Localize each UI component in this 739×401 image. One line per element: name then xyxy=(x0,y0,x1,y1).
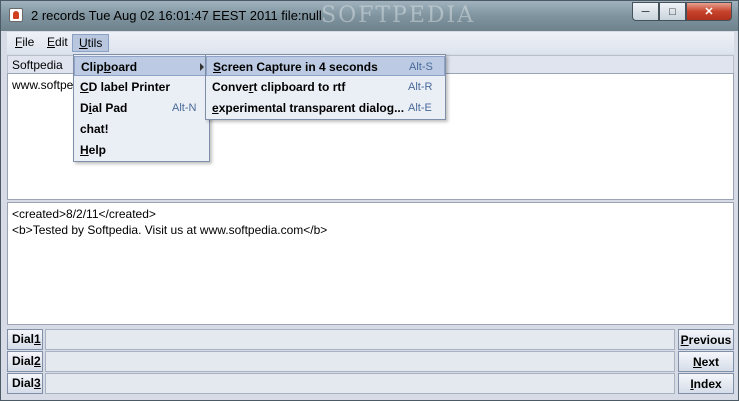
next-button[interactable]: Next xyxy=(678,351,734,372)
dial-pad-accelerator: Alt-N xyxy=(172,102,197,114)
dial2-label: Dial xyxy=(12,354,35,368)
menu-utils-label: tils xyxy=(87,36,103,50)
window-controls: ─ □ ✕ xyxy=(632,2,732,21)
utils-menu-popup: Clipboard CD label Printer Dial Pad Alt-… xyxy=(73,54,210,162)
menu-utils[interactable]: Utils xyxy=(72,34,110,52)
window-title: 2 records Tue Aug 02 16:01:47 EEST 2011 … xyxy=(31,8,322,23)
menu-edit[interactable]: Edit xyxy=(41,34,74,52)
dial2-field[interactable] xyxy=(45,351,675,372)
app-window: SOFTPEDIA 2 records Tue Aug 02 16:01:47 … xyxy=(0,0,739,401)
record-body-text-area[interactable]: <created>8/2/11</created> <b>Tested by S… xyxy=(7,202,734,325)
dial2-button[interactable]: Dial2 xyxy=(7,351,43,372)
dial3-number: 3 xyxy=(34,376,41,390)
dial3-field[interactable] xyxy=(45,373,675,394)
dial1-button[interactable]: Dial1 xyxy=(7,329,43,350)
menu-file[interactable]: File xyxy=(9,34,40,52)
index-label: ndex xyxy=(693,377,722,391)
previous-label: revious xyxy=(688,333,732,347)
dial1-label: Dial xyxy=(12,332,35,346)
clipboard-label-pre: Clip xyxy=(81,60,104,74)
transparent-dialog-mnemonic: e xyxy=(212,101,219,115)
screen-capture-post: creen Capture in 4 seconds xyxy=(221,60,378,74)
dial-pad-post: al Pad xyxy=(92,101,128,115)
dial-row-1: Dial1 Previous xyxy=(7,329,734,350)
help-post: elp xyxy=(88,143,107,157)
submenu-arrow-icon xyxy=(200,63,204,71)
menu-item-help[interactable]: Help xyxy=(74,140,209,160)
menu-item-cd-label-printer[interactable]: CD label Printer xyxy=(74,77,209,97)
help-mnemonic: H xyxy=(80,143,89,157)
close-button[interactable]: ✕ xyxy=(686,2,732,21)
clipboard-label-post: oard xyxy=(111,60,138,74)
chat-label: chat! xyxy=(80,122,109,136)
next-label: ext xyxy=(701,355,719,369)
background-watermark: SOFTPEDIA xyxy=(321,3,476,28)
cd-label-mnemonic: C xyxy=(80,80,89,94)
minimize-button[interactable]: ─ xyxy=(632,2,659,21)
dial1-number: 1 xyxy=(34,332,41,346)
clipboard-mnemonic: b xyxy=(103,60,112,74)
body-line: <b>Tested by Softpedia. Visit us at www.… xyxy=(12,223,328,237)
menu-item-chat[interactable]: chat! xyxy=(74,119,209,139)
menu-utils-mnemonic: U xyxy=(79,36,88,50)
dial-row-2: Dial2 Next xyxy=(7,351,734,372)
dial2-number: 2 xyxy=(34,354,41,368)
transparent-dialog-accelerator: Alt-E xyxy=(408,102,432,114)
menu-bar: File Edit Utils xyxy=(7,32,734,54)
dial3-button[interactable]: Dial3 xyxy=(7,373,43,394)
menu-item-convert-rtf[interactable]: Convert clipboard to rtf Alt-R xyxy=(206,77,445,97)
convert-rtf-pre: Conve xyxy=(212,80,249,94)
cd-label-post: D label Printer xyxy=(88,80,171,94)
previous-mnemonic: P xyxy=(680,333,689,347)
previous-button[interactable]: Previous xyxy=(678,329,734,350)
menu-item-dial-pad[interactable]: Dial Pad Alt-N xyxy=(74,98,209,118)
index-button[interactable]: Index xyxy=(678,373,734,394)
convert-rtf-accelerator: Alt-R xyxy=(408,81,433,93)
menu-file-label: ile xyxy=(22,35,35,49)
menu-edit-label: dit xyxy=(55,35,68,49)
dial1-field[interactable] xyxy=(45,329,675,350)
dial-pad-pre: D xyxy=(80,101,89,115)
transparent-dialog-post: xperimental transparent dialog... xyxy=(218,101,405,115)
screen-capture-accelerator: Alt-S xyxy=(409,61,433,73)
menu-item-screen-capture[interactable]: Screen Capture in 4 seconds Alt-S xyxy=(206,56,445,76)
menu-item-clipboard[interactable]: Clipboard xyxy=(74,56,209,76)
menu-edit-mnemonic: E xyxy=(47,35,56,49)
title-bar[interactable]: SOFTPEDIA 2 records Tue Aug 02 16:01:47 … xyxy=(1,1,738,31)
clipboard-submenu-popup: Screen Capture in 4 seconds Alt-S Conver… xyxy=(205,54,446,120)
screen-capture-mnemonic: S xyxy=(213,60,222,74)
body-line: <created>8/2/11</created> xyxy=(12,207,156,221)
menu-item-transparent-dialog[interactable]: experimental transparent dialog... Alt-E xyxy=(206,98,445,118)
dial3-label: Dial xyxy=(12,376,35,390)
next-mnemonic: N xyxy=(692,355,702,369)
java-app-icon[interactable] xyxy=(9,8,23,22)
convert-rtf-post: t clipboard to rtf xyxy=(253,80,346,94)
dial-row-3: Dial3 Index xyxy=(7,373,734,394)
maximize-button[interactable]: □ xyxy=(659,2,686,21)
